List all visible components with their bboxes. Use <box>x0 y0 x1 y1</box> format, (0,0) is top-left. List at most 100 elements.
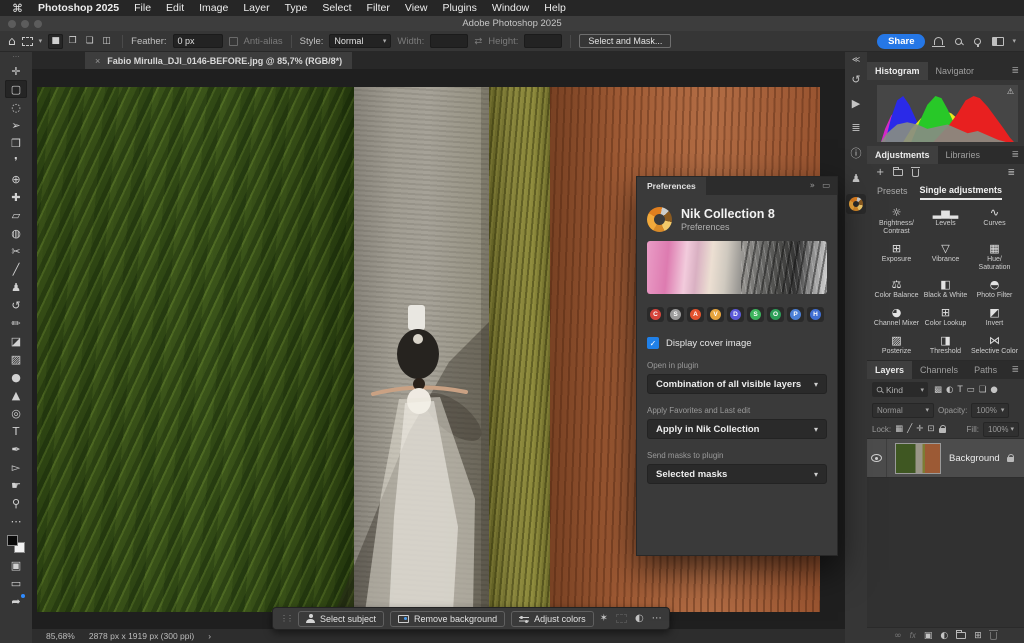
filter-adjustment-layers-icon[interactable]: ◐ <box>946 385 953 395</box>
lock-position-icon[interactable]: ✛ <box>916 424 923 434</box>
healing-brush-tool[interactable]: ✚ <box>5 188 27 206</box>
opacity-select[interactable]: 100%▾ <box>971 403 1009 418</box>
menu-edit[interactable]: Edit <box>166 2 184 14</box>
histogram-warning-icon[interactable]: ⚠ <box>1007 87 1014 96</box>
adjustment-black-white[interactable]: ◧Black & White <box>921 276 970 302</box>
fill-select[interactable]: 100%▾ <box>983 422 1019 437</box>
collapse-panels-icon[interactable]: ≪ <box>852 55 860 64</box>
screen-mode-button[interactable]: ▭ <box>5 574 27 592</box>
menu-window[interactable]: Window <box>492 2 529 14</box>
open-in-plugin-select[interactable]: Combination of all visible layers▾ <box>647 374 827 394</box>
notifications-icon[interactable] <box>934 37 943 45</box>
adjustment-color-balance[interactable]: ⚖Color Balance <box>872 276 921 302</box>
adjustment-icon[interactable]: ◐ <box>635 613 644 624</box>
close-document-icon[interactable]: × <box>95 56 100 66</box>
menu-view[interactable]: View <box>405 2 428 14</box>
menu-type[interactable]: Type <box>285 2 308 14</box>
adjust-colors-button[interactable]: Adjust colors <box>511 611 594 627</box>
histogram-panel-menu-icon[interactable]: ≣ <box>1011 66 1019 76</box>
gradient-tool[interactable]: ▨ <box>5 350 27 368</box>
adjustments-panel-menu-icon[interactable]: ≣ <box>1011 150 1019 160</box>
add-mask-icon[interactable]: ▣ <box>924 631 933 641</box>
workspace-chevron-icon[interactable]: ▾ <box>1012 37 1016 45</box>
adjustment-brightness-contrast[interactable]: ☼Brightness/ Contrast <box>872 204 921 238</box>
new-adjustment-layer-icon[interactable]: ◐ <box>940 631 948 641</box>
subtract-selection-icon[interactable]: ❏ <box>82 34 97 49</box>
menu-file[interactable]: File <box>134 2 151 14</box>
properties-panel-icon[interactable]: ≣ <box>851 121 860 134</box>
zoom-tool[interactable]: ⚲ <box>5 494 27 512</box>
filter-shape-layers-icon[interactable]: ▭ <box>967 385 975 395</box>
layers-panel-menu-icon[interactable]: ≣ <box>1011 365 1019 375</box>
apply-favorites-select[interactable]: Apply in Nik Collection▾ <box>647 419 827 439</box>
swap-dimensions-icon[interactable]: ⇄ <box>474 36 482 47</box>
move-tool[interactable]: ✛ <box>5 62 27 80</box>
dodge-tool[interactable]: ◎ <box>5 404 27 422</box>
workspace-switcher-icon[interactable] <box>992 37 1004 46</box>
crop-tool[interactable]: ❒ <box>5 134 27 152</box>
menu-select[interactable]: Select <box>322 2 351 14</box>
antialias-checkbox[interactable] <box>229 37 238 46</box>
adjustment-levels[interactable]: ▂▅▂Levels <box>921 204 970 238</box>
menu-layer[interactable]: Layer <box>243 2 269 14</box>
eyedropper-tool[interactable]: ❜ <box>5 152 27 170</box>
color-swatches[interactable] <box>7 535 25 553</box>
pen-tool[interactable]: ✒ <box>5 440 27 458</box>
new-group-icon[interactable] <box>893 169 903 176</box>
plugin-color-efex-icon[interactable]: C <box>647 307 664 322</box>
adjustment-color-lookup[interactable]: ⊞Color Lookup <box>921 304 970 330</box>
menu-plugins[interactable]: Plugins <box>442 2 476 14</box>
tab-layers[interactable]: Layers <box>867 361 912 379</box>
adjustments-list-view-icon[interactable]: ≣ <box>1007 168 1015 178</box>
tab-histogram[interactable]: Histogram <box>867 62 928 80</box>
select-and-mask-button[interactable]: Select and Mask... <box>579 34 671 48</box>
tab-channels[interactable]: Channels <box>912 361 966 379</box>
info-panel-icon[interactable]: ⓘ <box>851 145 862 161</box>
subtab-single-adjustments[interactable]: Single adjustments <box>920 181 1003 200</box>
document-tab[interactable]: × Fabio Mirulla_DJI_0146-BEFORE.jpg @ 85… <box>85 52 352 69</box>
discover-icon[interactable] <box>974 38 981 45</box>
new-group-icon[interactable] <box>956 632 966 639</box>
filter-smart-objects-icon[interactable]: ❏ <box>979 385 987 395</box>
share-button[interactable]: Share <box>877 34 925 49</box>
lock-all-icon[interactable] <box>939 428 946 433</box>
adjustment-curves[interactable]: ∿Curves <box>970 204 1019 238</box>
dialog-tab-preferences[interactable]: Preferences <box>637 177 706 195</box>
adjustment-invert[interactable]: ◩Invert <box>970 304 1019 330</box>
foreground-color-swatch[interactable] <box>7 535 18 546</box>
home-button[interactable]: ⌂ <box>8 34 16 48</box>
clone-source-panel-icon[interactable]: ♟ <box>851 172 861 185</box>
delete-layer-icon[interactable] <box>990 632 997 640</box>
add-selection-icon[interactable]: ❐ <box>65 34 80 49</box>
quick-mask-button[interactable]: ▣ <box>5 556 27 574</box>
plugin-analog-efex-icon[interactable]: A <box>687 307 704 322</box>
apple-menu-icon[interactable]: ⌘ <box>12 2 23 15</box>
intersect-selection-icon[interactable]: ◫ <box>99 34 114 49</box>
adjustment-hue-saturation[interactable]: ▦Hue/ Saturation <box>970 240 1019 274</box>
menu-image[interactable]: Image <box>199 2 228 14</box>
tool-preset-icon[interactable] <box>22 37 33 46</box>
status-chevron-icon[interactable]: › <box>208 631 211 641</box>
transform-icon[interactable] <box>616 614 627 623</box>
actions-panel-icon[interactable]: ▶ <box>852 97 860 110</box>
rectangular-marquee-tool[interactable]: ▢ <box>5 80 27 98</box>
style-select[interactable]: Normal▾ <box>329 34 391 48</box>
hand-tool[interactable]: ☛ <box>5 476 27 494</box>
send-masks-select[interactable]: Selected masks▾ <box>647 464 827 484</box>
layer-thumbnail[interactable] <box>895 443 941 474</box>
remove-background-button[interactable]: Remove background <box>390 611 505 627</box>
more-tools-button[interactable]: ⋯ <box>5 512 27 530</box>
spot-healing-brush-tool[interactable]: ⊕ <box>5 170 27 188</box>
layer-name[interactable]: Background <box>949 453 1007 464</box>
feather-input[interactable]: 0 px <box>173 34 223 48</box>
background-lock-icon[interactable] <box>1007 457 1014 462</box>
menu-help[interactable]: Help <box>544 2 566 14</box>
nik-collection-panel-button[interactable] <box>846 194 866 214</box>
add-adjustment-icon[interactable]: + <box>876 167 884 178</box>
lock-transparency-icon[interactable]: ▦ <box>895 424 903 434</box>
adjustment-exposure[interactable]: ⊞Exposure <box>872 240 921 274</box>
history-panel-icon[interactable]: ↺ <box>851 73 860 86</box>
menu-photoshop-2025[interactable]: Photoshop 2025 <box>38 2 119 14</box>
filter-type-layers-icon[interactable]: T <box>957 385 962 395</box>
layer-visibility-toggle[interactable] <box>867 439 887 477</box>
